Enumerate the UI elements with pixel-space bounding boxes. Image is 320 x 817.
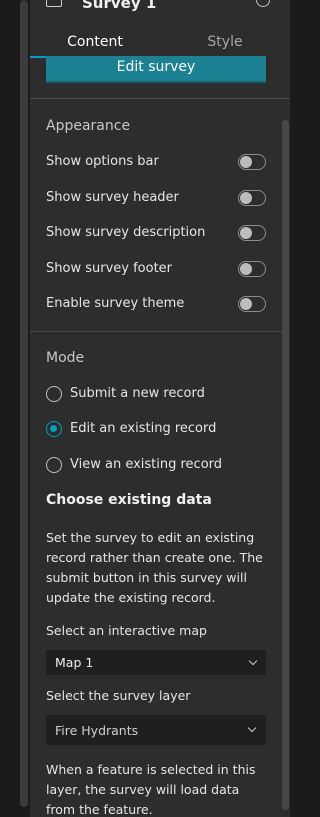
radio-view-existing-record[interactable]: View an existing record	[46, 456, 266, 476]
radio-label: Submit a new record	[70, 386, 205, 401]
info-icon[interactable]	[256, 0, 270, 7]
radio-button[interactable]	[46, 386, 62, 402]
toggle-label: Show survey description	[46, 225, 206, 240]
toggle-label: Show survey header	[46, 190, 179, 205]
toggle-knob	[240, 192, 252, 204]
choose-existing-data-title: Choose existing data	[46, 492, 212, 508]
layer-select-value: Fire Hydrants	[55, 723, 139, 738]
toggle-knob	[240, 227, 252, 239]
settings-panel: Survey 1 Content Style Edit survey Appea…	[30, 0, 290, 817]
map-select-value: Map 1	[55, 655, 94, 670]
survey-header-toggle[interactable]	[238, 190, 266, 206]
toggle-row-survey-description: Show survey description	[46, 223, 266, 243]
left-scrollbar[interactable]	[20, 0, 28, 807]
toggle-knob	[240, 298, 252, 310]
divider	[30, 98, 290, 99]
panel-scrollbar[interactable]	[282, 120, 289, 810]
edit-survey-button[interactable]: Edit survey	[46, 56, 266, 83]
layer-select-label: Select the survey layer	[46, 688, 191, 703]
survey-footer-toggle[interactable]	[238, 261, 266, 277]
existing-data-description: Set the survey to edit an existing recor…	[46, 530, 263, 605]
toggle-label: Show options bar	[46, 154, 159, 169]
toggle-knob	[240, 263, 252, 275]
tab-style[interactable]: Style	[160, 30, 290, 58]
toggle-row-survey-footer: Show survey footer	[46, 259, 266, 279]
chevron-down-icon	[247, 723, 257, 733]
map-select[interactable]: Map 1	[46, 650, 266, 675]
toggle-knob	[240, 156, 252, 168]
toggle-row-survey-theme: Enable survey theme	[46, 294, 266, 314]
divider	[30, 331, 290, 332]
panel-header: Survey 1	[30, 0, 290, 12]
radio-button[interactable]	[46, 457, 62, 473]
tab-content[interactable]: Content	[30, 30, 160, 58]
toggle-row-options-bar: Show options bar	[46, 152, 266, 172]
radio-edit-existing-record[interactable]: Edit an existing record	[46, 420, 266, 440]
panel-title: Survey 1	[82, 0, 157, 12]
map-select-label: Select an interactive map	[46, 623, 207, 638]
layer-footer-note: When a feature is selected in this layer…	[46, 762, 256, 817]
survey-description-toggle[interactable]	[238, 225, 266, 241]
layer-select[interactable]: Fire Hydrants	[46, 715, 266, 745]
mode-title: Mode	[46, 350, 85, 366]
appearance-title: Appearance	[46, 118, 131, 134]
chevron-down-icon	[248, 656, 258, 666]
options-bar-toggle[interactable]	[238, 154, 266, 170]
radio-submit-new-record[interactable]: Submit a new record	[46, 385, 266, 405]
survey-theme-toggle[interactable]	[238, 296, 266, 312]
toggle-label: Enable survey theme	[46, 296, 185, 311]
toggle-label: Show survey footer	[46, 261, 173, 276]
toggle-row-survey-header: Show survey header	[46, 188, 266, 208]
radio-label: View an existing record	[70, 457, 223, 472]
tab-bar: Content Style	[30, 30, 290, 58]
radio-label: Edit an existing record	[70, 421, 217, 436]
radio-button-selected[interactable]	[46, 421, 62, 437]
survey-icon	[46, 0, 62, 7]
